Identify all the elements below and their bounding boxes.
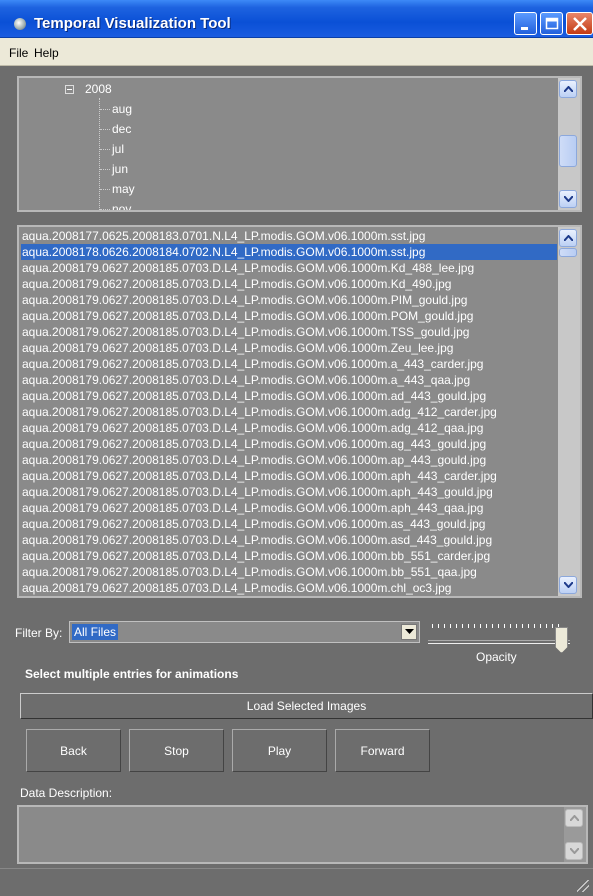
slider-ticks bbox=[432, 624, 564, 628]
file-list-item[interactable]: aqua.2008179.0627.2008185.0703.D.L4_LP.m… bbox=[21, 420, 557, 436]
scroll-down-button[interactable] bbox=[565, 842, 583, 860]
opacity-label: Opacity bbox=[476, 650, 517, 664]
opacity-slider[interactable] bbox=[428, 640, 570, 644]
file-list-item[interactable]: aqua.2008179.0627.2008185.0703.D.L4_LP.m… bbox=[21, 324, 557, 340]
tree-scrollbar[interactable] bbox=[558, 78, 580, 210]
chevron-down-icon bbox=[564, 196, 573, 202]
file-list-item[interactable]: aqua.2008178.0626.2008184.0702.N.L4_LP.m… bbox=[21, 244, 557, 260]
file-list-item[interactable]: aqua.2008179.0627.2008185.0703.D.L4_LP.m… bbox=[21, 292, 557, 308]
opacity-slider-thumb[interactable] bbox=[555, 627, 568, 653]
scroll-up-button[interactable] bbox=[559, 229, 577, 247]
maximize-button[interactable] bbox=[540, 12, 563, 35]
file-list-item[interactable]: aqua.2008177.0625.2008183.0701.N.L4_LP.m… bbox=[21, 228, 557, 244]
maximize-icon bbox=[545, 17, 559, 30]
scroll-down-button[interactable] bbox=[559, 190, 577, 208]
tree-node-month[interactable]: dec bbox=[112, 122, 131, 136]
file-list-item[interactable]: aqua.2008179.0627.2008185.0703.D.L4_LP.m… bbox=[21, 308, 557, 324]
file-list-item[interactable]: aqua.2008179.0627.2008185.0703.D.L4_LP.m… bbox=[21, 276, 557, 292]
multi-select-hint: Select multiple entries for animations bbox=[25, 667, 239, 681]
load-selected-images-button[interactable]: Load Selected Images bbox=[20, 693, 593, 719]
tree-node-month[interactable]: nov bbox=[112, 202, 131, 210]
file-list-item[interactable]: aqua.2008179.0627.2008185.0703.D.L4_LP.m… bbox=[21, 580, 557, 596]
file-list[interactable]: aqua.2008177.0625.2008183.0701.N.L4_LP.m… bbox=[17, 225, 582, 598]
scroll-up-button[interactable] bbox=[559, 80, 577, 98]
menu-help[interactable]: Help bbox=[34, 46, 59, 60]
chevron-down-icon bbox=[564, 582, 573, 588]
file-list-item[interactable]: aqua.2008179.0627.2008185.0703.D.L4_LP.m… bbox=[21, 500, 557, 516]
menu-bar: File Help bbox=[0, 38, 593, 66]
title-bar: Temporal Visualization Tool bbox=[0, 0, 593, 38]
filter-label: Filter By: bbox=[15, 626, 63, 640]
app-icon bbox=[14, 18, 26, 30]
window-title: Temporal Visualization Tool bbox=[34, 15, 231, 32]
file-list-item[interactable]: aqua.2008179.0627.2008185.0703.D.L4_LP.m… bbox=[21, 564, 557, 580]
data-description-label: Data Description: bbox=[20, 786, 113, 800]
menu-file[interactable]: File bbox=[9, 46, 28, 60]
scroll-thumb[interactable] bbox=[559, 248, 577, 257]
tree-node-month[interactable]: aug bbox=[112, 102, 132, 116]
chevron-down-icon bbox=[405, 629, 414, 634]
description-scrollbar[interactable] bbox=[564, 807, 586, 862]
status-bar bbox=[0, 868, 593, 896]
file-list-item[interactable]: aqua.2008179.0627.2008185.0703.D.L4_LP.m… bbox=[21, 436, 557, 452]
file-list-item[interactable]: aqua.2008179.0627.2008185.0703.D.L4_LP.m… bbox=[21, 484, 557, 500]
chevron-up-icon bbox=[564, 86, 573, 92]
date-tree[interactable]: 2008 aug dec jul jun may nov bbox=[17, 76, 582, 212]
forward-button[interactable]: Forward bbox=[335, 729, 430, 772]
file-list-item[interactable]: aqua.2008179.0627.2008185.0703.D.L4_LP.m… bbox=[21, 404, 557, 420]
file-list-item[interactable]: aqua.2008179.0627.2008185.0703.D.L4_LP.m… bbox=[21, 468, 557, 484]
close-button[interactable] bbox=[566, 12, 593, 35]
file-list-item[interactable]: aqua.2008179.0627.2008185.0703.D.L4_LP.m… bbox=[21, 452, 557, 468]
file-list-item[interactable]: aqua.2008179.0627.2008185.0703.D.L4_LP.m… bbox=[21, 260, 557, 276]
file-list-item[interactable]: aqua.2008179.0627.2008185.0703.D.L4_LP.m… bbox=[21, 372, 557, 388]
tree-node-month[interactable]: may bbox=[112, 182, 135, 196]
play-button[interactable]: Play bbox=[232, 729, 327, 772]
chevron-up-icon bbox=[570, 815, 579, 821]
scroll-down-button[interactable] bbox=[559, 576, 577, 594]
dropdown-button[interactable] bbox=[401, 624, 417, 640]
filter-selected-value: All Files bbox=[72, 624, 119, 640]
chevron-up-icon bbox=[564, 235, 573, 241]
data-description-box[interactable] bbox=[17, 805, 588, 864]
minimize-button[interactable] bbox=[514, 12, 537, 35]
back-button[interactable]: Back bbox=[26, 729, 121, 772]
close-icon bbox=[573, 17, 587, 31]
tree-node-year[interactable]: 2008 bbox=[85, 82, 112, 96]
tree-node-month[interactable]: jul bbox=[112, 142, 124, 156]
file-list-scrollbar[interactable] bbox=[558, 227, 580, 596]
file-list-item[interactable]: aqua.2008179.0627.2008185.0703.D.L4_LP.m… bbox=[21, 340, 557, 356]
collapse-toggle-icon[interactable] bbox=[65, 85, 74, 94]
file-list-item[interactable]: aqua.2008179.0627.2008185.0703.D.L4_LP.m… bbox=[21, 548, 557, 564]
scroll-thumb[interactable] bbox=[559, 135, 577, 167]
file-list-item[interactable]: aqua.2008179.0627.2008185.0703.D.L4_LP.m… bbox=[21, 532, 557, 548]
file-list-item[interactable]: aqua.2008179.0627.2008185.0703.D.L4_LP.m… bbox=[21, 516, 557, 532]
tree-node-month[interactable]: jun bbox=[112, 162, 128, 176]
chevron-down-icon bbox=[570, 848, 579, 854]
resize-grip-icon[interactable] bbox=[577, 880, 589, 892]
stop-button[interactable]: Stop bbox=[129, 729, 224, 772]
file-list-item[interactable]: aqua.2008179.0627.2008185.0703.D.L4_LP.m… bbox=[21, 356, 557, 372]
minimize-icon bbox=[521, 27, 528, 30]
file-list-item[interactable]: aqua.2008179.0627.2008185.0703.D.L4_LP.m… bbox=[21, 388, 557, 404]
scroll-up-button[interactable] bbox=[565, 809, 583, 827]
filter-dropdown[interactable]: All Files bbox=[69, 621, 420, 643]
